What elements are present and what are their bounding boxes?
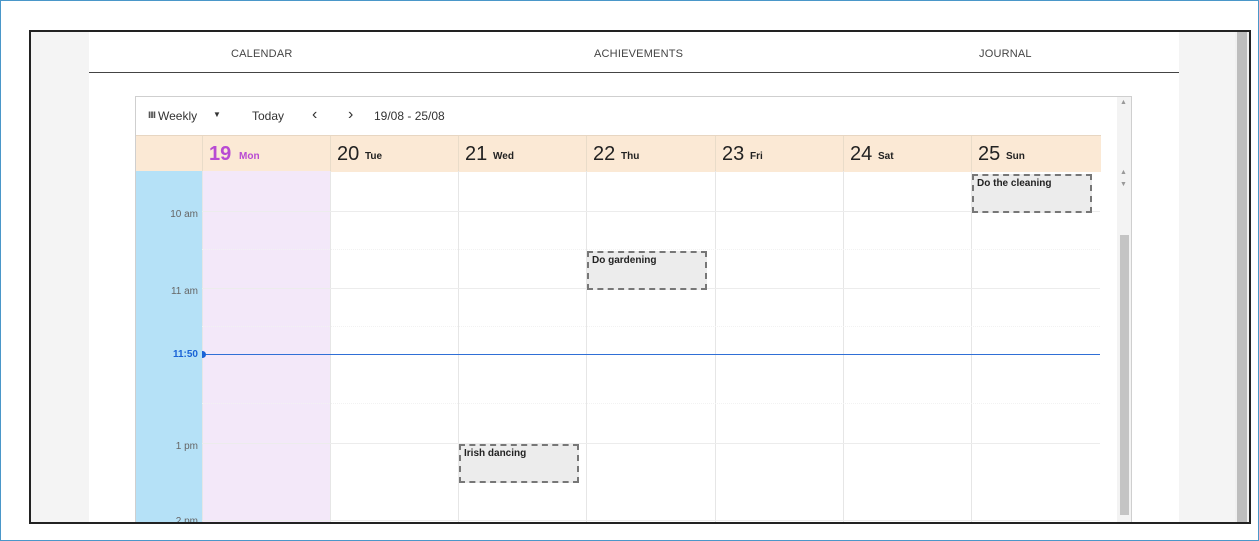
- time-label-2pm: 2 pm: [175, 516, 198, 524]
- day-name: Tue: [365, 151, 383, 162]
- day-name: Wed: [493, 151, 514, 162]
- calendar-toolbar: ‖‖ Weekly ▼ Today ‹ › 19/08 - 25/08: [136, 97, 1100, 135]
- day-name: Sun: [1006, 151, 1025, 162]
- day-number: 23: [722, 143, 745, 165]
- half-hour-line: [202, 326, 1100, 327]
- half-hour-line: [202, 249, 1100, 250]
- day-header-thu[interactable]: 22 Thu: [586, 136, 716, 172]
- caret-down-icon[interactable]: ▼: [213, 110, 221, 119]
- day-header-wed[interactable]: 21 Wed: [458, 136, 587, 172]
- day-name: Sat: [878, 151, 894, 162]
- view-select[interactable]: Weekly: [158, 109, 197, 123]
- day-column-sun[interactable]: [971, 171, 1100, 522]
- day-number: 21: [465, 143, 488, 165]
- day-column-thu[interactable]: [586, 171, 716, 522]
- calendar-widget: ‖‖ Weekly ▼ Today ‹ › 19/08 - 25/08 19 M…: [135, 96, 1132, 524]
- page-container: CALENDAR ACHIEVEMENTS JOURNAL ‖‖ Weekly …: [89, 32, 1179, 522]
- calendar-scrollbar[interactable]: ▲ ▲ ▼: [1117, 97, 1131, 522]
- day-column-fri[interactable]: [715, 171, 844, 522]
- day-number: 20: [337, 143, 360, 165]
- next-week-icon[interactable]: ›: [348, 106, 353, 124]
- day-header-row: 19 Mon 20 Tue 21 Wed 22 Thu 23 Fri 24 Sa…: [136, 135, 1101, 172]
- top-nav: CALENDAR ACHIEVEMENTS JOURNAL: [89, 32, 1179, 73]
- time-gutter: 10 am 11 am 11:50 1 pm 2 pm: [136, 171, 202, 524]
- day-number: 25: [978, 143, 1001, 165]
- week-grid[interactable]: Do the cleaning Do gardening Irish danci…: [202, 171, 1100, 522]
- today-button[interactable]: Today: [252, 109, 284, 123]
- day-column-sat[interactable]: [843, 171, 972, 522]
- current-time-line: [202, 354, 1100, 355]
- scroll-up-icon[interactable]: ▲: [1120, 169, 1127, 176]
- day-header-sat[interactable]: 24 Sat: [843, 136, 972, 172]
- nav-calendar[interactable]: CALENDAR: [231, 48, 293, 60]
- day-header-tue[interactable]: 20 Tue: [330, 136, 459, 172]
- event-irish-dancing[interactable]: Irish dancing: [459, 444, 579, 483]
- day-name: Thu: [621, 151, 640, 162]
- page-scrollbar[interactable]: [1235, 32, 1249, 522]
- day-header-sun[interactable]: 25 Sun: [971, 136, 1102, 172]
- day-header-fri[interactable]: 23 Fri: [715, 136, 844, 172]
- day-name: Mon: [239, 151, 260, 162]
- calendar-scroll-thumb[interactable]: [1120, 235, 1129, 515]
- nav-achievements[interactable]: ACHIEVEMENTS: [594, 48, 683, 60]
- date-range: 19/08 - 25/08: [374, 109, 445, 123]
- day-column-tue[interactable]: [330, 171, 459, 522]
- event-do-the-cleaning[interactable]: Do the cleaning: [972, 174, 1092, 213]
- scroll-down-icon[interactable]: ▼: [1120, 181, 1127, 188]
- prev-week-icon[interactable]: ‹: [312, 106, 317, 124]
- day-number: 19: [209, 143, 232, 165]
- time-label-11am: 11 am: [170, 286, 198, 297]
- scroll-up-icon[interactable]: ▲: [1120, 99, 1127, 106]
- hour-line: [202, 211, 1100, 212]
- day-column-mon[interactable]: [202, 171, 331, 522]
- nav-journal[interactable]: JOURNAL: [979, 48, 1032, 60]
- app-viewport: CALENDAR ACHIEVEMENTS JOURNAL ‖‖ Weekly …: [29, 30, 1251, 524]
- event-do-gardening[interactable]: Do gardening: [587, 251, 707, 290]
- day-header-mon[interactable]: 19 Mon: [202, 136, 331, 172]
- page-scroll-thumb[interactable]: [1237, 32, 1247, 522]
- time-label-1pm: 1 pm: [175, 441, 198, 452]
- hour-line: [202, 443, 1100, 444]
- time-label-10am: 10 am: [170, 209, 198, 220]
- day-name: Fri: [750, 151, 763, 162]
- day-number: 24: [850, 143, 873, 165]
- half-hour-line: [202, 403, 1100, 404]
- hour-line: [202, 520, 1100, 521]
- day-number: 22: [593, 143, 616, 165]
- bars-icon[interactable]: ‖‖: [148, 110, 156, 120]
- current-time-label: 11:50: [172, 349, 198, 360]
